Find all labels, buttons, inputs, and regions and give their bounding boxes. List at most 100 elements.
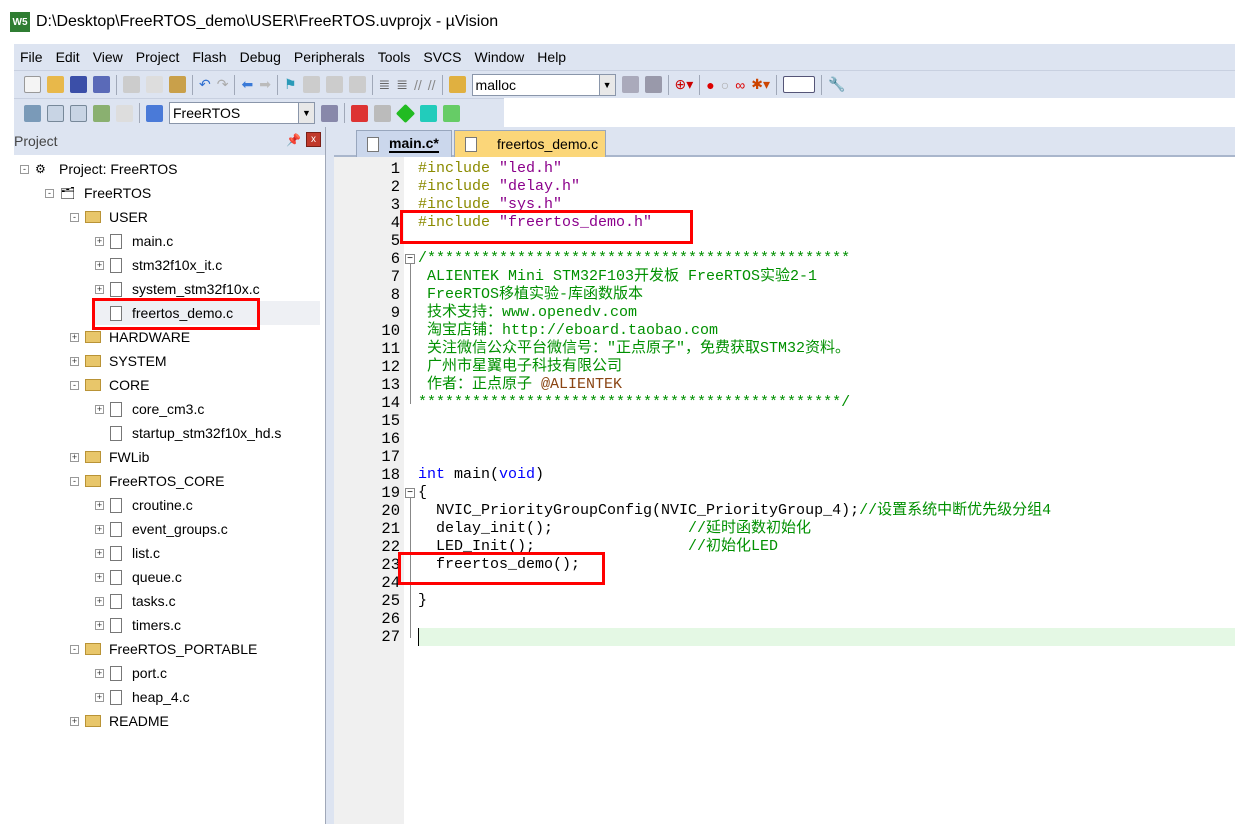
back-icon[interactable]: ⬅ (241, 76, 253, 93)
collapse-icon[interactable]: - (70, 212, 79, 222)
code-line[interactable]: #include "led.h" (418, 160, 562, 178)
tree-item[interactable]: startup_stm32f10x_hd.s (95, 421, 281, 445)
find-in-files-icon[interactable] (448, 76, 466, 93)
code-line[interactable]: { (418, 484, 427, 502)
code-line[interactable]: FreeRTOS移植实验-库函数版本 (418, 286, 643, 304)
tree-item[interactable]: + tasks.c (95, 589, 176, 613)
batch-build-icon[interactable] (93, 104, 110, 122)
menu-project[interactable]: Project (136, 49, 180, 65)
comment-icon[interactable]: // (414, 77, 422, 93)
tree-item[interactable]: + SYSTEM (70, 349, 167, 373)
uncomment-icon[interactable]: // (428, 77, 436, 93)
code-line[interactable]: 技术支持：www.openedv.com (418, 304, 637, 322)
new-file-icon[interactable] (24, 76, 41, 93)
collapse-icon[interactable]: - (20, 164, 29, 174)
download-load-icon[interactable] (146, 104, 163, 122)
expand-icon[interactable]: + (70, 332, 79, 342)
bookmark-prev-icon[interactable] (302, 76, 320, 93)
expand-icon[interactable]: + (95, 236, 104, 246)
expand-icon[interactable]: + (95, 260, 104, 270)
find-combo[interactable]: malloc ▼ (471, 73, 616, 96)
chevron-down-icon[interactable]: ▼ (298, 103, 314, 123)
expand-icon[interactable]: + (95, 548, 104, 558)
bookmark-next-icon[interactable] (325, 76, 343, 93)
code-editor[interactable]: 1 2 3 4 5 6 7 8 9 10 11 12 13 14 15 16 17 18 19 20 21 22 23 24 2… (334, 157, 1235, 824)
expand-icon[interactable]: + (95, 620, 104, 630)
menu-file[interactable]: File (20, 49, 43, 65)
breakpoint-clear-icon[interactable]: ∞ (735, 77, 745, 93)
tree-item[interactable]: + event_groups.c (95, 517, 228, 541)
code-line[interactable]: delay_init(); //延时函数初始化 (418, 520, 811, 538)
tree-item[interactable]: + main.c (95, 229, 173, 253)
panel-splitter[interactable] (326, 127, 334, 824)
paste-icon[interactable] (169, 76, 186, 93)
menu-debug[interactable]: Debug (240, 49, 281, 65)
debug-start-icon[interactable]: ⊕▾ (675, 76, 694, 93)
code-line[interactable]: 广州市星翼电子科技有限公司 (418, 358, 622, 376)
expand-icon[interactable]: + (95, 668, 104, 678)
manage-components-icon[interactable] (351, 104, 368, 122)
menu-help[interactable]: Help (537, 49, 566, 65)
stop-build-icon[interactable] (116, 104, 133, 122)
tab-main-c[interactable]: main.c* (356, 130, 452, 157)
expand-icon[interactable]: + (95, 692, 104, 702)
code-line[interactable]: ****************************************… (418, 394, 850, 412)
books-icon[interactable] (443, 104, 460, 122)
menu-tools[interactable]: Tools (378, 49, 411, 65)
bookmark-icon[interactable]: ⚑ (284, 76, 297, 93)
target-select[interactable]: FreeRTOS ▼ (169, 102, 315, 124)
tree-item[interactable]: - ⚙ Project: FreeRTOS (20, 157, 178, 181)
tree-item[interactable]: - FreeRTOS_PORTABLE (70, 637, 257, 661)
tree-item[interactable]: + port.c (95, 661, 167, 685)
build-icon[interactable] (47, 104, 64, 122)
expand-icon[interactable]: + (95, 596, 104, 606)
chevron-down-icon[interactable]: ▼ (598, 74, 615, 95)
translate-icon[interactable] (24, 104, 41, 122)
open-icon[interactable] (47, 76, 64, 93)
tree-item[interactable]: - FreeRTOS_CORE (70, 469, 224, 493)
collapse-icon[interactable]: - (70, 380, 79, 390)
tree-item[interactable]: - USER (70, 205, 148, 229)
undo-icon[interactable]: ↶ (199, 76, 211, 93)
expand-icon[interactable]: + (95, 500, 104, 510)
collapse-icon[interactable]: - (70, 476, 79, 486)
rebuild-icon[interactable] (70, 104, 87, 122)
code-line[interactable]: ALIENTEK Mini STM32F103开发板 FreeRTOS实验2-1 (418, 268, 817, 286)
close-icon[interactable]: x (306, 132, 321, 147)
expand-icon[interactable]: + (95, 284, 104, 294)
save-all-icon[interactable] (93, 76, 110, 93)
configure-icon[interactable]: 🔧 (828, 76, 845, 93)
incremental-find-icon[interactable] (644, 76, 662, 93)
redo-icon[interactable]: ↷ (217, 76, 229, 93)
tree-item[interactable]: + list.c (95, 541, 160, 565)
breakpoint-kill-icon[interactable]: ✱▾ (751, 76, 770, 93)
save-icon[interactable] (70, 76, 87, 93)
cut-icon[interactable] (123, 76, 140, 93)
breakpoint-disable-icon[interactable]: ○ (721, 77, 729, 93)
code-line[interactable]: 关注微信公众平台微信号："正点原子"，免费获取STM32资料。 (418, 340, 850, 358)
expand-icon[interactable]: + (70, 716, 79, 726)
code-line[interactable]: NVIC_PriorityGroupConfig(NVIC_PriorityGr… (418, 502, 1051, 520)
rte-icon[interactable] (420, 104, 437, 122)
fold-toggle-icon[interactable]: − (405, 488, 415, 498)
code-line[interactable]: #include "delay.h" (418, 178, 580, 196)
find-icon[interactable] (621, 76, 639, 93)
code-line[interactable]: int main(void) (418, 466, 544, 484)
expand-icon[interactable]: + (95, 572, 104, 582)
tree-item[interactable]: + FWLib (70, 445, 149, 469)
menu-window[interactable]: Window (475, 49, 525, 65)
tree-item[interactable]: + core_cm3.c (95, 397, 204, 421)
code-line[interactable]: 淘宝店铺：http://eboard.taobao.com (418, 322, 718, 340)
bookmark-clear-icon[interactable] (348, 76, 366, 93)
menu-svcs[interactable]: SVCS (423, 49, 461, 65)
pin-icon[interactable]: 📌 (286, 133, 301, 147)
indent-icon[interactable]: ≣ (379, 76, 391, 93)
forward-icon[interactable]: ➡ (259, 76, 271, 93)
target-options-icon[interactable] (321, 104, 338, 122)
menu-flash[interactable]: Flash (192, 49, 226, 65)
tree-item[interactable]: - 🗂 FreeRTOS (45, 181, 151, 205)
breakpoint-icon[interactable]: ● (706, 77, 714, 93)
expand-icon[interactable]: + (70, 356, 79, 366)
code-line[interactable]: /***************************************… (418, 250, 850, 268)
pack-installer-icon[interactable] (395, 103, 416, 123)
